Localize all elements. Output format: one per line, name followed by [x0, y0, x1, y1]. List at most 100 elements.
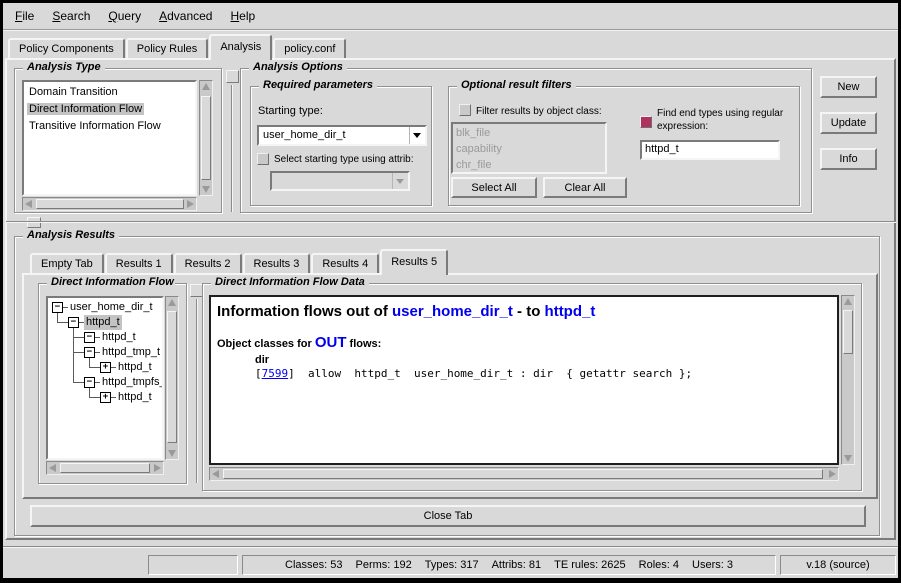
analysis-type-hscroll[interactable] [22, 197, 197, 211]
tree-node-httpd_tmpfs_t[interactable]: httpd_tmpfs_t [100, 375, 164, 390]
pane-sash-handle[interactable] [226, 70, 239, 83]
starting-type-combobox[interactable]: user_home_dir_t [257, 125, 427, 146]
flow-tree-hscroll[interactable] [46, 461, 164, 475]
object-class-option: chr_file [453, 157, 605, 173]
tree-connector [73, 382, 84, 383]
analysis-type-option[interactable]: Domain Transition [24, 84, 195, 101]
scroll-left-icon[interactable] [25, 200, 32, 208]
pane-sash-line[interactable] [231, 85, 233, 212]
tree-node-httpd_tmp_t[interactable]: httpd_tmp_t [100, 345, 162, 360]
tree-data-sash-line[interactable] [196, 299, 198, 483]
menu-item-query[interactable]: Query [108, 9, 141, 23]
analysis-type-title: Analysis Type [23, 61, 105, 73]
scroll-down-icon[interactable] [202, 186, 210, 193]
stat-roles: Roles: 4 [639, 559, 679, 571]
results-tab-results-1[interactable]: Results 1 [105, 253, 173, 273]
scroll-left-icon[interactable] [212, 470, 219, 478]
analysis-results-panel: Analysis Results Direct Information Flow… [14, 236, 880, 536]
object-class-name: dir [255, 354, 831, 366]
flow-data-textarea[interactable]: Information flows out of user_home_dir_t… [209, 295, 839, 465]
tab-policy-conf[interactable]: policy.conf [273, 38, 346, 58]
results-notebook-frame: Direct Information Flow 1 −user_home_dir… [22, 273, 878, 499]
scroll-right-icon[interactable] [829, 470, 836, 478]
tab-policy-components[interactable]: Policy Components [8, 38, 125, 58]
analysis-type-option[interactable]: Transitive Information Flow [24, 118, 195, 135]
flow-data-vscroll[interactable] [841, 295, 855, 465]
new-button[interactable]: New [820, 76, 877, 98]
select-all-button[interactable]: Select All [451, 177, 537, 198]
flow-tree[interactable]: −user_home_dir_t−httpd_t−httpd_t−httpd_t… [46, 296, 164, 460]
object-class-checkbox[interactable] [459, 104, 471, 116]
scroll-left-icon[interactable] [49, 464, 56, 472]
tree-collapse-icon[interactable]: − [84, 332, 95, 343]
clear-all-button[interactable]: Clear All [543, 177, 627, 198]
flow-data-hscroll[interactable] [209, 467, 839, 481]
tree-collapse-icon[interactable]: − [84, 377, 95, 388]
analysis-type-option-label: Domain Transition [27, 86, 120, 98]
tree-connector [89, 388, 90, 397]
required-parameters-panel: Required parameters Starting type: user_… [250, 86, 432, 206]
scroll-thumb[interactable] [60, 463, 150, 473]
menu-item-help[interactable]: Help [230, 9, 255, 23]
object-class-option: capability [453, 141, 605, 157]
tree-node-httpd_t[interactable]: httpd_t [84, 315, 122, 330]
results-tab-results-5[interactable]: Results 5 [380, 249, 448, 275]
tree-expand-icon[interactable]: + [100, 392, 111, 403]
tree-collapse-icon[interactable]: − [52, 302, 63, 313]
scroll-thumb[interactable] [843, 310, 853, 354]
flow-tree-panel: Direct Information Flow 1 −user_home_dir… [38, 283, 187, 484]
tree-collapse-icon[interactable]: − [68, 317, 79, 328]
tree-connector [89, 367, 100, 368]
results-tab-results-3[interactable]: Results 3 [243, 253, 311, 273]
chevron-down-icon[interactable] [409, 127, 425, 144]
status-empty-box [148, 555, 238, 575]
regex-checkbox-label: Find end types using regular expression: [657, 107, 803, 133]
menu-item-search[interactable]: Search [52, 9, 90, 23]
tab-analysis[interactable]: Analysis [209, 34, 272, 60]
stat-te-rules: TE rules: 2625 [554, 559, 626, 571]
regex-checkbox[interactable] [640, 116, 652, 128]
scroll-right-icon[interactable] [187, 200, 194, 208]
starting-type-value: user_home_dir_t [263, 129, 346, 141]
menu-item-file[interactable]: File [15, 9, 34, 23]
tree-node-user_home_dir_t[interactable]: user_home_dir_t [68, 300, 155, 315]
rule-line: [7599] allow httpd_t user_home_dir_t : d… [255, 367, 831, 380]
scroll-thumb[interactable] [223, 469, 823, 479]
info-button[interactable]: Info [820, 148, 877, 170]
tree-node-httpd_t[interactable]: httpd_t [116, 360, 154, 375]
menu-item-advanced[interactable]: Advanced [159, 9, 212, 23]
scroll-up-icon[interactable] [844, 298, 852, 305]
flow-tree-vscroll[interactable] [165, 296, 179, 460]
scroll-thumb[interactable] [36, 199, 184, 209]
scroll-down-icon[interactable] [168, 450, 176, 457]
close-tab-button[interactable]: Close Tab [30, 505, 866, 527]
scroll-thumb[interactable] [167, 311, 177, 443]
tab-policy-rules[interactable]: Policy Rules [126, 38, 209, 58]
heading-target-type: httpd_t [545, 303, 596, 320]
tree-node-httpd_t[interactable]: httpd_t [116, 390, 154, 405]
analysis-type-option[interactable]: Direct Information Flow [24, 101, 195, 118]
update-button[interactable]: Update [820, 112, 877, 134]
tree-node-httpd_t[interactable]: httpd_t [100, 330, 138, 345]
rule-number-link[interactable]: 7599 [262, 367, 289, 380]
attrib-checkbox[interactable] [257, 153, 269, 165]
scroll-up-icon[interactable] [202, 83, 210, 90]
tree-connector [73, 337, 84, 338]
scroll-down-icon[interactable] [844, 455, 852, 462]
regex-input[interactable]: httpd_t [640, 140, 780, 160]
obj-line-suffix: flows: [347, 338, 382, 350]
scroll-up-icon[interactable] [168, 299, 176, 306]
tree-collapse-icon[interactable]: − [84, 347, 95, 358]
menu-bar: File Search Query Advanced Help [3, 3, 898, 30]
analysis-type-listbox[interactable]: Domain Transition Direct Information Flow… [22, 80, 197, 196]
tree-expand-icon[interactable]: + [100, 362, 111, 373]
chevron-down-icon [392, 173, 408, 189]
scroll-right-icon[interactable] [154, 464, 161, 472]
results-tab-empty-tab[interactable]: Empty Tab [30, 253, 104, 273]
results-sash-line[interactable] [6, 221, 896, 223]
flow-data-title: Direct Information Flow Data [211, 276, 369, 288]
results-tab-results-4[interactable]: Results 4 [311, 253, 379, 273]
scroll-thumb[interactable] [201, 96, 211, 180]
results-tab-results-2[interactable]: Results 2 [174, 253, 242, 273]
analysis-type-vscroll[interactable] [199, 80, 213, 196]
